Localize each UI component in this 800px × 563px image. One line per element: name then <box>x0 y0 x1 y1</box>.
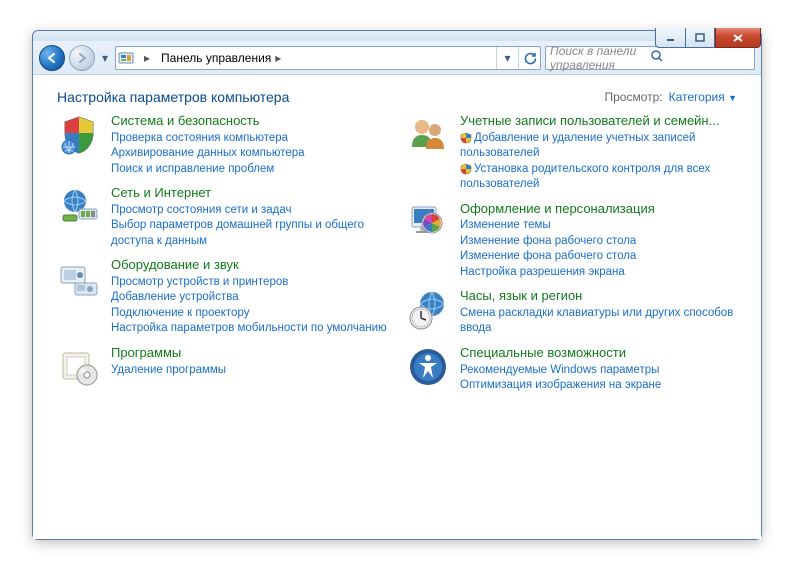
category-link[interactable]: Поиск и исправление проблем <box>111 162 305 178</box>
window-buttons <box>655 28 761 48</box>
appearance-icon <box>406 201 450 245</box>
category-link[interactable]: Установка родительского контроля для все… <box>460 162 737 193</box>
category-title[interactable]: Оборудование и звук <box>111 257 387 273</box>
maximize-button[interactable] <box>685 28 715 48</box>
category-link[interactable]: Удаление программы <box>111 363 226 379</box>
category-link[interactable]: Проверка состояния компьютера <box>111 131 305 147</box>
system-security-icon <box>57 113 101 157</box>
titlebar[interactable] <box>33 31 761 41</box>
refresh-button[interactable] <box>518 47 540 69</box>
category-link[interactable]: Просмотр состояния сети и задач <box>111 203 388 219</box>
category-appearance: Оформление и персонализацияИзменение тем… <box>406 201 737 281</box>
view-by-label: Просмотр: <box>604 90 662 104</box>
network-icon <box>57 185 101 229</box>
close-button[interactable] <box>715 28 761 48</box>
category-title[interactable]: Специальные возможности <box>460 345 661 361</box>
category-link[interactable]: Подключение к проектору <box>111 306 387 322</box>
category-user-accounts: Учетные записи пользователей и семейн...… <box>406 113 737 193</box>
category-link[interactable]: Добавление устройства <box>111 290 387 306</box>
category-title[interactable]: Оформление и персонализация <box>460 201 655 217</box>
window-frame: ▾ ▸ Панель управления ▸ ▾ Поиск в панели… <box>32 30 762 540</box>
category-column-right: Учетные записи пользователей и семейн...… <box>406 113 737 531</box>
category-hardware-sound: Оборудование и звук Просмотр устройств и … <box>57 257 388 337</box>
category-link[interactable]: Добавление и удаление учетных записей по… <box>460 131 737 162</box>
address-bar[interactable]: ▸ Панель управления ▸ ▾ <box>115 46 541 70</box>
category-column-left: Система и безопасность Проверка состояния… <box>57 113 388 531</box>
breadcrumb[interactable]: Панель управления ▸ <box>157 47 288 69</box>
toolbar: ▾ ▸ Панель управления ▸ ▾ Поиск в панели… <box>33 41 761 75</box>
category-link[interactable]: Выбор параметров домашней группы и общег… <box>111 218 388 249</box>
category-link[interactable]: Настройка параметров мобильности по умол… <box>111 321 387 337</box>
category-link[interactable]: Настройка разрешения экрана <box>460 265 655 281</box>
forward-button[interactable] <box>69 45 95 71</box>
category-title[interactable]: Сеть и Интернет <box>111 185 388 201</box>
category-link[interactable]: Изменение фона рабочего стола <box>460 249 655 265</box>
programs-icon <box>57 345 101 389</box>
back-button[interactable] <box>39 45 65 71</box>
user-accounts-icon <box>406 113 450 157</box>
view-by-dropdown[interactable]: Категория ▼ <box>669 90 737 104</box>
nav-history-dropdown[interactable]: ▾ <box>99 48 111 68</box>
clock-lang-region-icon <box>406 288 450 332</box>
view-by: Просмотр: Категория ▼ <box>604 90 737 104</box>
category-title[interactable]: Программы <box>111 345 226 361</box>
category-network: Сеть и Интернет Просмотр состояния сети и… <box>57 185 388 249</box>
category-link[interactable]: Изменение фона рабочего стола <box>460 234 655 250</box>
category-link[interactable]: Рекомендуемые Windows параметры <box>460 363 661 379</box>
search-icon <box>650 49 750 66</box>
category-title[interactable]: Часы, язык и регион <box>460 288 737 304</box>
category-ease-of-access: Специальные возможности Рекомендуемые Win… <box>406 345 737 394</box>
category-link[interactable]: Просмотр устройств и принтеров <box>111 275 387 291</box>
hardware-sound-icon <box>57 257 101 301</box>
category-title[interactable]: Учетные записи пользователей и семейн... <box>460 113 737 129</box>
category-clock-lang-region: Часы, язык и регион Смена раскладки клави… <box>406 288 737 337</box>
category-title[interactable]: Система и безопасность <box>111 113 305 129</box>
minimize-button[interactable] <box>655 28 685 48</box>
category-link[interactable]: Изменение темы <box>460 218 655 234</box>
search-placeholder: Поиск в панели управления <box>550 44 650 72</box>
content-area: Настройка параметров компьютера Просмотр… <box>33 75 761 539</box>
address-dropdown[interactable]: ▾ <box>496 47 518 69</box>
category-programs: Программы Удаление программы <box>57 345 388 389</box>
category-system-security: Система и безопасность Проверка состояния… <box>57 113 388 177</box>
breadcrumb-label: Панель управления <box>161 51 271 65</box>
ease-of-access-icon <box>406 345 450 389</box>
category-link[interactable]: Смена раскладки клавиатуры или других сп… <box>460 306 737 337</box>
category-link[interactable]: Архивирование данных компьютера <box>111 146 305 162</box>
breadcrumb-sep-root[interactable]: ▸ <box>136 47 157 69</box>
page-title: Настройка параметров компьютера <box>57 89 289 105</box>
control-panel-icon <box>116 50 136 66</box>
search-input[interactable]: Поиск в панели управления <box>545 46 755 70</box>
category-link[interactable]: Оптимизация изображения на экране <box>460 378 661 394</box>
